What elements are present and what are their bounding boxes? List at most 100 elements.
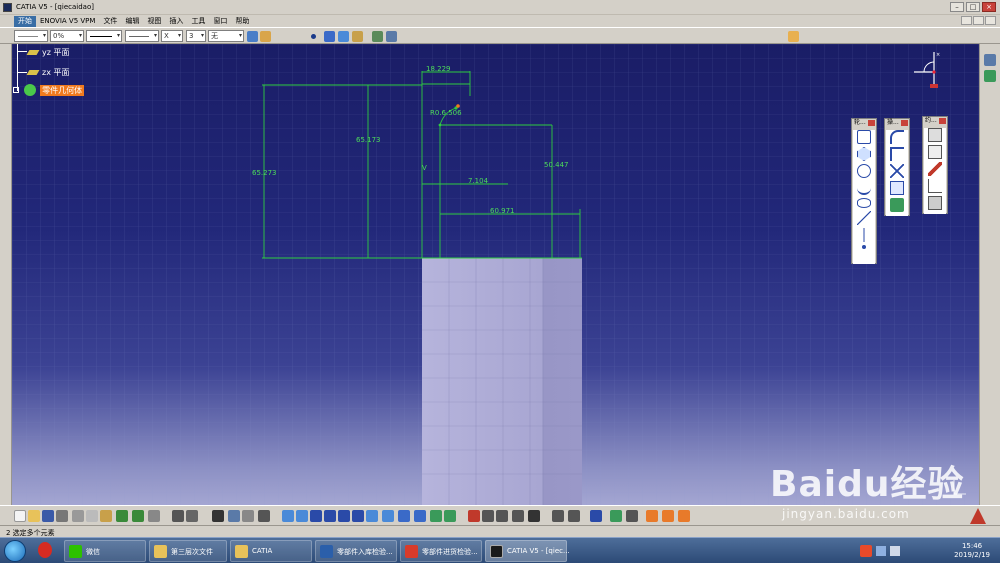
tree-item-part-body[interactable]: 零件几何体: [13, 84, 85, 96]
volume-icon[interactable]: [890, 546, 900, 556]
material-icon[interactable]: [590, 510, 602, 522]
circle-icon[interactable]: [857, 164, 871, 178]
normal-view-icon[interactable]: [366, 510, 378, 522]
curve-icon[interactable]: [338, 31, 349, 42]
constraint-dialog-icon[interactable]: [928, 128, 942, 142]
catalog-icon[interactable]: [228, 510, 240, 522]
taskbar-folder-catia[interactable]: CATIA: [230, 540, 312, 562]
save-icon[interactable]: [42, 510, 54, 522]
transparency-combo[interactable]: 0% ▾: [50, 30, 84, 42]
hexagon-icon[interactable]: [857, 147, 871, 161]
new-file-icon[interactable]: [14, 510, 26, 522]
spline-icon[interactable]: [324, 31, 335, 42]
line-icon[interactable]: [857, 211, 871, 225]
menu-tools[interactable]: 工具: [187, 16, 209, 27]
taskbar-word-doc[interactable]: 零部件入库检验...: [315, 540, 397, 562]
profile-icon[interactable]: [857, 130, 871, 144]
trim-icon[interactable]: [890, 164, 904, 178]
fly-mode-icon[interactable]: [282, 510, 294, 522]
copy-format-icon[interactable]: [260, 31, 271, 42]
axis-icon[interactable]: [857, 228, 871, 242]
contact-constraint-icon[interactable]: [928, 162, 942, 176]
standard-element-icon[interactable]: [528, 510, 540, 522]
compass-icon[interactable]: ×: [910, 48, 950, 98]
comment-icon[interactable]: [186, 510, 198, 522]
dimension-7-104[interactable]: 7.104: [468, 177, 489, 185]
ellipse-icon[interactable]: [857, 198, 871, 208]
menu-help[interactable]: 帮助: [231, 16, 253, 27]
rotate-icon[interactable]: [324, 510, 336, 522]
iso-view-icon[interactable]: [398, 510, 410, 522]
check-icon[interactable]: [678, 510, 690, 522]
constraint-icon[interactable]: [928, 145, 942, 159]
snap-icon[interactable]: [568, 510, 580, 522]
fill-color-combo[interactable]: ▾: [14, 30, 48, 42]
clock[interactable]: 15:46 2019/2/19: [954, 542, 990, 560]
point-symbol-combo[interactable]: X ▾: [161, 30, 183, 42]
browser-icon[interactable]: [38, 542, 52, 558]
undo-icon[interactable]: [116, 510, 128, 522]
hide-show-icon[interactable]: [430, 510, 442, 522]
start-button[interactable]: [4, 540, 26, 562]
apply-material-icon[interactable]: [626, 510, 638, 522]
3d-viewport[interactable]: 18.229 65.273 65.173 R0.6.506 50.447 7.1…: [12, 44, 979, 505]
paint-brush-icon[interactable]: [247, 31, 258, 42]
expand-toggle-icon[interactable]: [13, 87, 19, 93]
zoom-fit-icon[interactable]: [386, 31, 397, 42]
maximize-button[interactable]: □: [966, 2, 980, 12]
copy-icon[interactable]: [86, 510, 98, 522]
cut-part-icon[interactable]: [482, 510, 494, 522]
menu-start[interactable]: 开始: [14, 15, 36, 27]
dimension-18-229[interactable]: 18.229: [426, 65, 451, 73]
zoom-in-icon[interactable]: [338, 510, 350, 522]
paste-icon[interactable]: [100, 510, 112, 522]
knowledge-icon[interactable]: [646, 510, 658, 522]
grid-icon[interactable]: [258, 510, 270, 522]
point-icon[interactable]: [311, 34, 316, 39]
thickness-combo[interactable]: 3 ▾: [186, 30, 206, 42]
select-arrow-icon[interactable]: [788, 31, 799, 42]
render-icon[interactable]: [610, 510, 622, 522]
construction-icon[interactable]: [552, 510, 564, 522]
palette-close-icon[interactable]: [939, 118, 946, 124]
menu-enovia[interactable]: ENOVIA V5 VPM: [36, 16, 99, 27]
corner-icon[interactable]: [890, 130, 904, 144]
taskbar-wechat[interactable]: 微信: [64, 540, 146, 562]
minimize-button[interactable]: –: [950, 2, 964, 12]
sketch-analysis-icon[interactable]: [468, 510, 480, 522]
open-folder-icon[interactable]: [28, 510, 40, 522]
menu-window[interactable]: 窗口: [209, 16, 231, 27]
workbench-icon[interactable]: [984, 70, 996, 82]
spline-tool-icon[interactable]: [857, 181, 871, 195]
formula-icon[interactable]: [172, 510, 184, 522]
geometry-mode-icon[interactable]: [512, 510, 524, 522]
fix-together-icon[interactable]: [928, 179, 942, 193]
surface-icon[interactable]: [352, 31, 363, 42]
visu-mode-icon[interactable]: [496, 510, 508, 522]
project-3d-icon[interactable]: [890, 198, 904, 212]
menu-view[interactable]: 视图: [143, 16, 165, 27]
mirror-icon[interactable]: [890, 181, 904, 195]
chamfer-icon[interactable]: [890, 147, 904, 161]
menu-insert[interactable]: 插入: [165, 16, 187, 27]
palette-close-icon[interactable]: [901, 120, 908, 126]
pan-icon[interactable]: [310, 510, 322, 522]
palette-close-icon[interactable]: [868, 120, 875, 126]
doc-close-button[interactable]: [985, 16, 996, 25]
help-icon[interactable]: [148, 510, 160, 522]
swap-visible-icon[interactable]: [444, 510, 456, 522]
taskbar-pdf-doc[interactable]: 零部件进货检验...: [400, 540, 482, 562]
sketch-exit-icon[interactable]: [984, 54, 996, 66]
shading-icon[interactable]: [414, 510, 426, 522]
tree-item-yz-plane[interactable]: yz 平面: [26, 47, 69, 58]
dimension-50-447[interactable]: 50.447: [544, 161, 569, 169]
redo-icon[interactable]: [132, 510, 144, 522]
close-button[interactable]: ×: [982, 2, 996, 12]
multi-view-icon[interactable]: [382, 510, 394, 522]
auto-constraint-icon[interactable]: [928, 196, 942, 210]
taskbar-catia-window[interactable]: CATIA V5 - [qiec...: [485, 540, 570, 562]
cut-icon[interactable]: [72, 510, 84, 522]
print-icon[interactable]: [56, 510, 68, 522]
analysis-icon[interactable]: [372, 31, 383, 42]
zoom-out-icon[interactable]: [352, 510, 364, 522]
